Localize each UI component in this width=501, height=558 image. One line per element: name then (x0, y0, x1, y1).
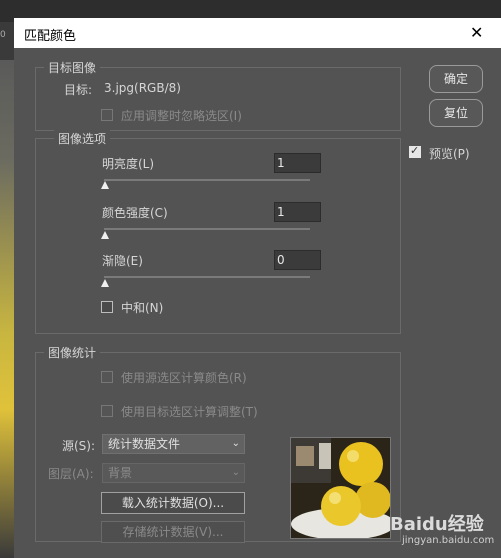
source-select-value: 统计数据文件 (108, 437, 181, 451)
luminance-slider-thumb[interactable] (101, 181, 109, 189)
ignore-selection-checkbox[interactable] (101, 109, 113, 121)
dialog-titlebar (14, 18, 501, 48)
color-intensity-slider-track[interactable] (104, 228, 310, 230)
chevron-down-icon: ⌄ (231, 467, 240, 478)
use-target-selection-checkbox[interactable] (101, 405, 113, 417)
luminance-label: 明亮度(L) (102, 157, 155, 171)
source-select[interactable]: 统计数据文件 ⌄ (102, 434, 245, 454)
baidu-watermark: Baidu经验 (390, 514, 484, 535)
layer-select[interactable]: 背景 ⌄ (102, 463, 245, 483)
close-icon[interactable]: ✕ (470, 23, 483, 42)
dialog-title: 匹配颜色 (24, 29, 77, 44)
image-options-legend: 图像选项 (54, 130, 111, 147)
layer-label: 图层(A): (48, 467, 94, 481)
target-value: 3.jpg(RGB/8) (104, 81, 181, 95)
color-intensity-label: 颜色强度(C) (102, 206, 168, 220)
target-image-legend: 目标图像 (44, 59, 101, 76)
preview-checkbox[interactable] (409, 144, 421, 158)
use-target-selection-label: 使用目标选区计算调整(T) (121, 405, 258, 419)
color-intensity-slider-thumb[interactable] (101, 231, 109, 239)
color-intensity-input[interactable]: 1 (274, 202, 321, 222)
reset-button[interactable]: 复位 (429, 99, 483, 127)
fade-input[interactable]: 0 (274, 250, 321, 270)
layer-select-value: 背景 (108, 466, 133, 480)
target-label: 目标: (64, 83, 93, 97)
fade-slider-track[interactable] (104, 276, 310, 278)
image-statistics-legend: 图像统计 (44, 344, 101, 361)
background-corner-text: 0 (0, 30, 6, 40)
luminance-input[interactable]: 1 (274, 153, 321, 173)
luminance-slider-track[interactable] (104, 179, 310, 181)
fade-slider-thumb[interactable] (101, 279, 109, 287)
chevron-down-icon: ⌄ (231, 438, 240, 449)
use-source-selection-checkbox[interactable] (101, 371, 113, 383)
source-thumbnail (290, 437, 391, 539)
fade-label: 渐隐(E) (102, 254, 143, 268)
load-statistics-button[interactable]: 载入统计数据(O)... (101, 492, 245, 514)
save-statistics-button[interactable]: 存储统计数据(V)... (101, 521, 245, 543)
use-source-selection-label: 使用源选区计算颜色(R) (121, 371, 247, 385)
neutralize-checkbox[interactable] (101, 301, 113, 313)
ignore-selection-label: 应用调整时忽略选区(I) (121, 109, 242, 123)
image-options-group (35, 138, 401, 334)
ok-button[interactable]: 确定 (429, 65, 483, 93)
baidu-watermark-url: jingyan.baidu.com (402, 535, 495, 546)
preview-label: 预览(P) (429, 147, 470, 161)
source-label: 源(S): (62, 439, 96, 453)
neutralize-label: 中和(N) (121, 301, 164, 315)
